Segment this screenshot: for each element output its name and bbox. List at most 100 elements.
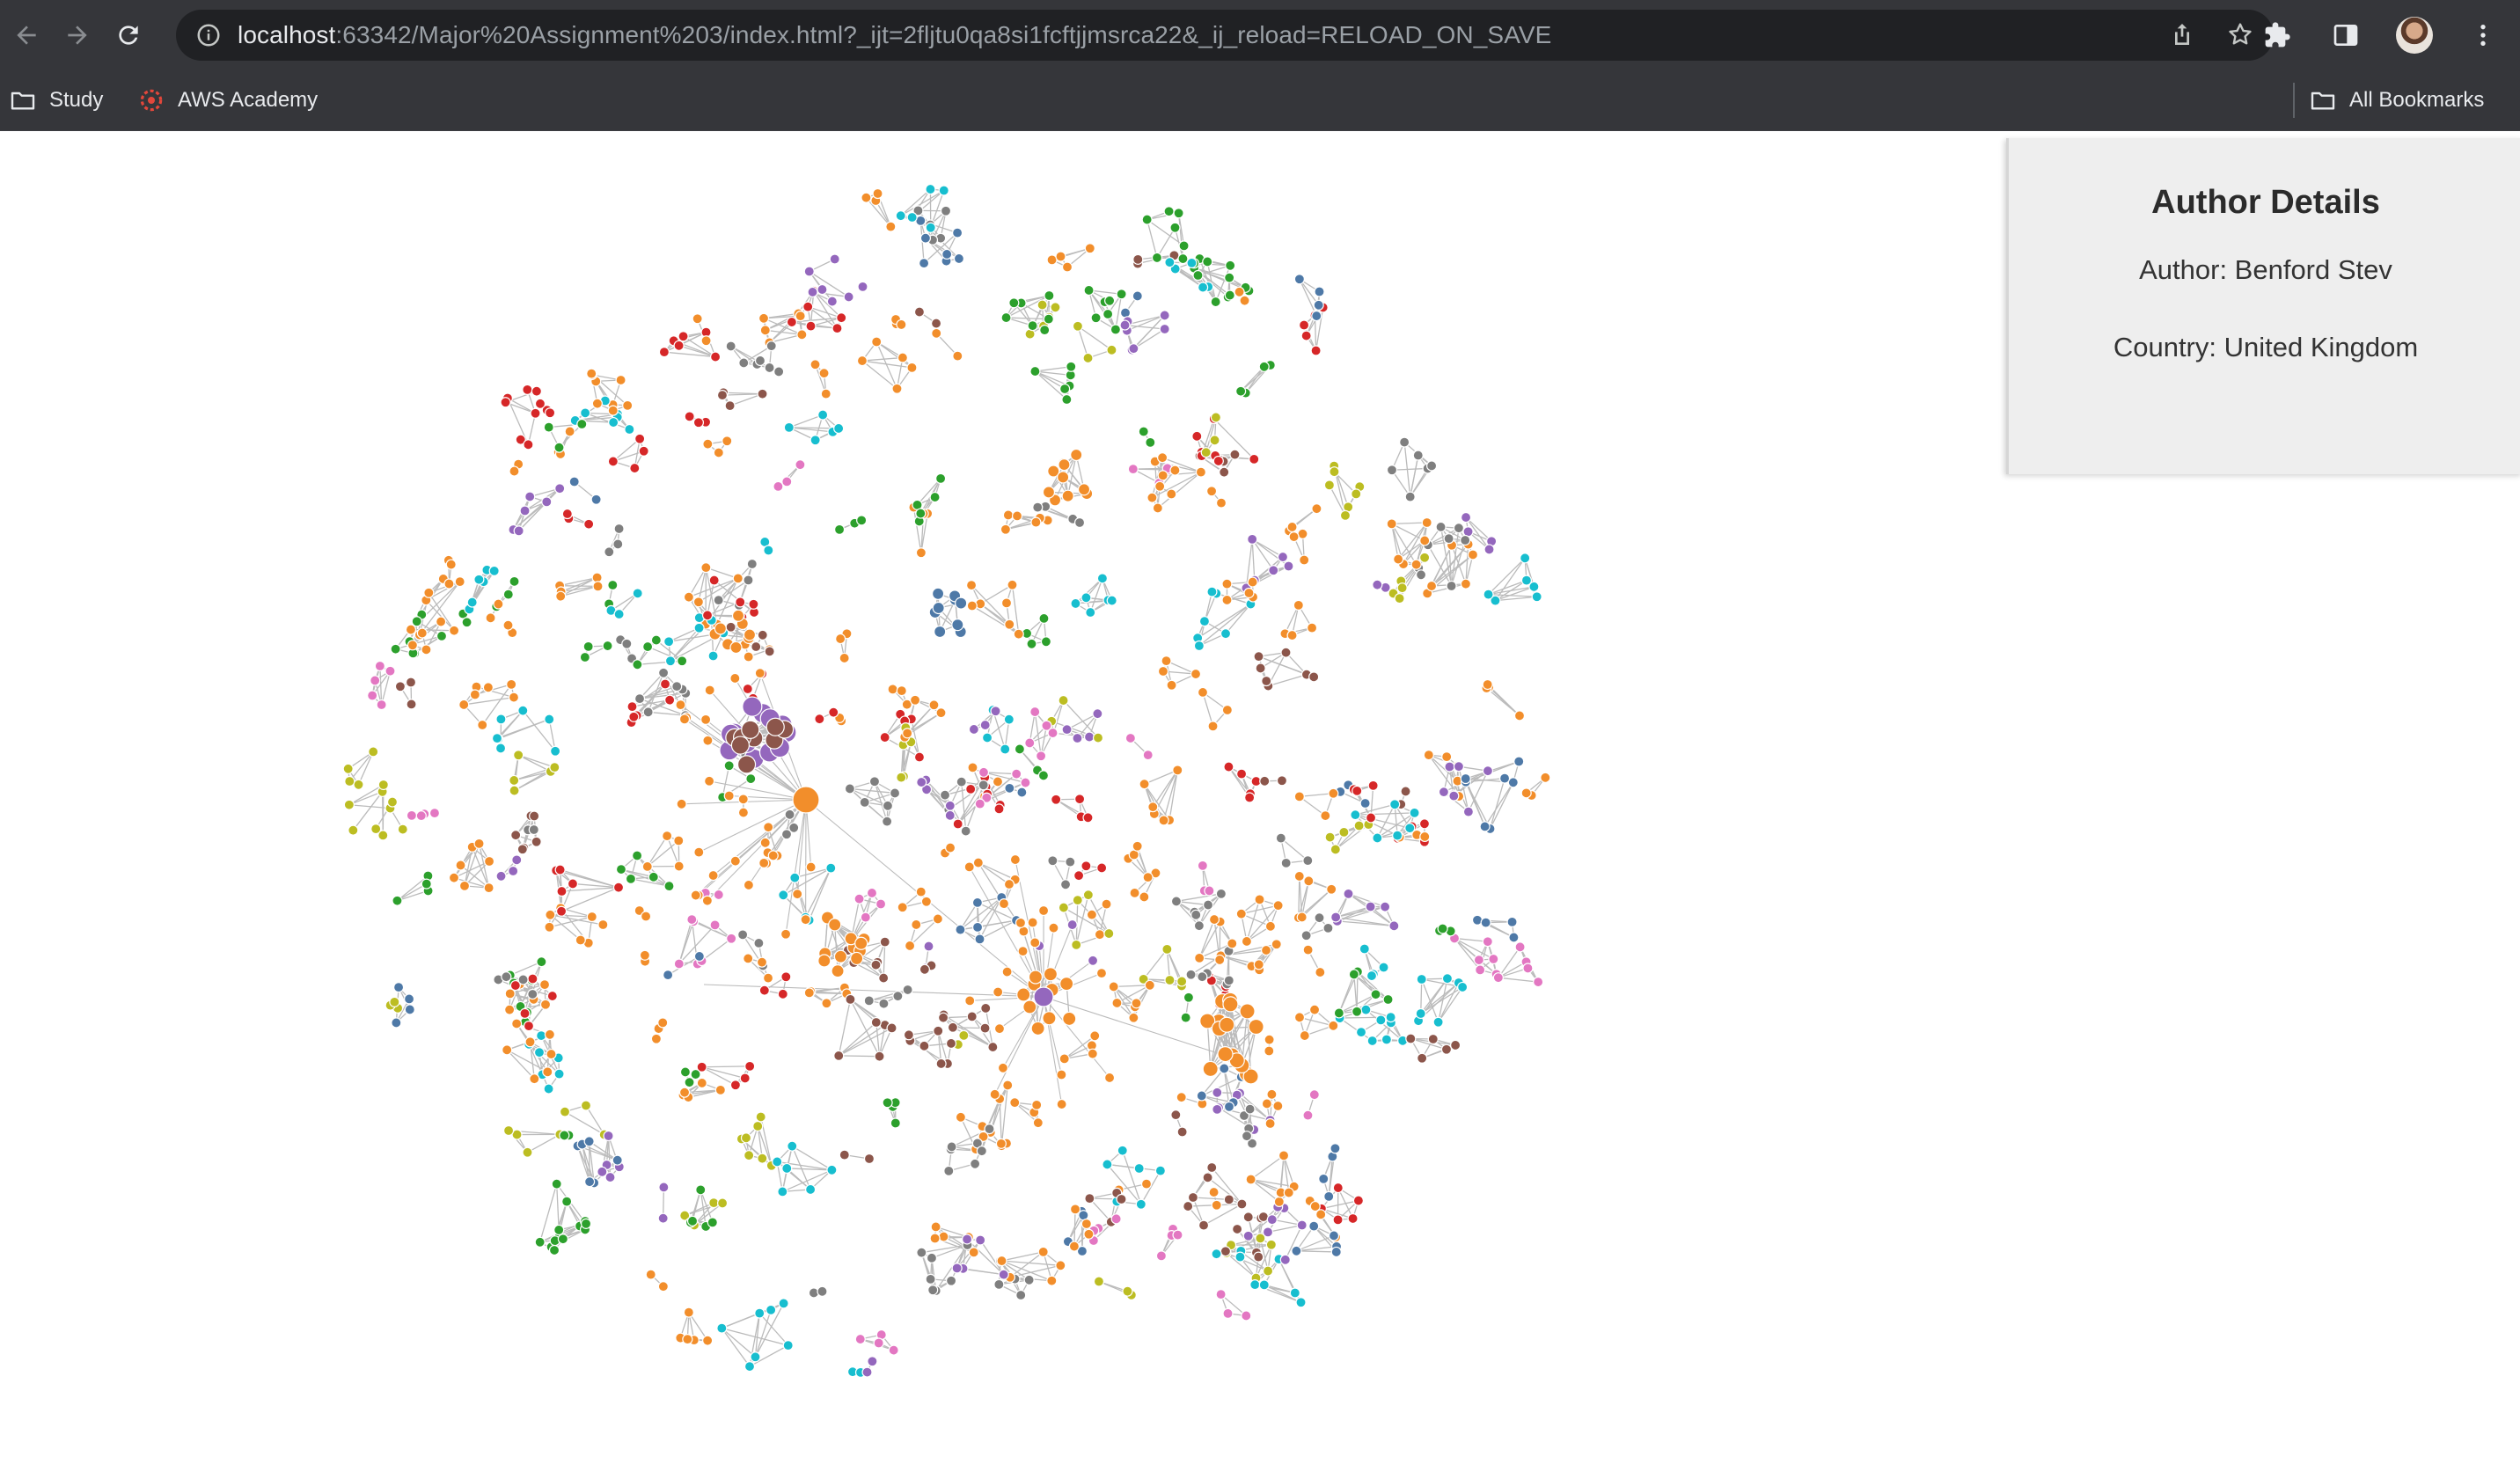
author-node[interactable] [1083,731,1095,743]
author-node[interactable] [1042,1011,1057,1026]
author-node[interactable] [1197,860,1208,871]
author-node[interactable] [544,714,555,725]
author-node[interactable] [1055,251,1066,262]
author-node[interactable] [517,705,529,716]
author-node[interactable] [551,1178,562,1190]
author-node[interactable] [918,258,930,269]
author-node[interactable] [1399,436,1410,448]
author-node[interactable] [995,1138,1007,1149]
author-node[interactable] [1032,502,1044,513]
author-node[interactable] [1159,323,1170,335]
author-node[interactable] [1419,831,1431,843]
author-node[interactable] [752,1120,764,1132]
author-node[interactable] [511,1018,523,1029]
author-node[interactable] [1443,533,1454,545]
author-node[interactable] [963,861,975,873]
author-node[interactable] [1193,920,1205,932]
author-node[interactable] [980,1002,992,1014]
author-node[interactable] [762,972,774,984]
author-node[interactable] [742,683,753,695]
author-node[interactable] [1235,908,1247,919]
author-node[interactable] [1095,968,1108,979]
author-node[interactable] [854,1333,866,1345]
author-node[interactable] [1011,510,1023,522]
author-node[interactable] [544,921,555,933]
author-node[interactable] [483,855,495,868]
author-node[interactable] [1000,311,1012,324]
author-node[interactable] [1239,295,1250,306]
author-node[interactable] [930,1221,941,1233]
reload-button[interactable] [104,11,153,60]
author-node[interactable] [1249,1279,1261,1291]
author-node[interactable] [1051,794,1062,805]
author-node[interactable] [676,798,687,809]
author-node[interactable] [692,597,704,608]
author-node[interactable] [580,407,591,419]
author-node[interactable] [817,954,831,968]
author-node[interactable] [971,897,984,909]
author-node[interactable] [843,291,854,303]
author-node[interactable] [1027,320,1038,332]
author-node[interactable] [828,707,839,718]
author-node[interactable] [1106,595,1117,606]
author-node[interactable] [1379,901,1391,912]
author-node[interactable] [998,1269,1009,1280]
author-node[interactable] [501,971,512,983]
author-node[interactable] [863,1153,875,1165]
side-panel-button[interactable] [2321,11,2370,60]
author-node[interactable] [1186,257,1198,269]
author-node[interactable] [1176,1092,1187,1103]
author-node[interactable] [482,682,494,693]
author-node[interactable] [786,316,797,328]
author-node[interactable] [1206,1161,1218,1174]
author-node[interactable] [1029,706,1041,718]
author-node[interactable] [370,824,382,835]
author-node[interactable] [592,581,604,592]
author-node[interactable] [861,1366,873,1378]
author-node[interactable] [1482,678,1493,691]
author-node[interactable] [377,779,389,791]
author-node[interactable] [952,818,963,830]
author-node[interactable] [946,1141,957,1153]
author-node[interactable] [915,547,927,559]
author-node[interactable] [1453,523,1465,534]
author-node[interactable] [932,601,945,615]
author-node[interactable] [1044,289,1055,302]
author-node[interactable] [939,789,951,801]
author-node[interactable] [1462,806,1475,817]
author-node[interactable] [916,1247,927,1258]
author-node[interactable] [1192,269,1204,282]
author-node[interactable] [1183,1200,1194,1212]
author-node[interactable] [1004,619,1015,630]
author-node[interactable] [1506,916,1518,927]
author-node[interactable] [469,689,480,700]
author-node[interactable] [1208,1186,1220,1198]
author-node[interactable] [879,731,890,743]
author-node[interactable] [1223,761,1234,772]
author-node[interactable] [759,325,771,336]
author-node[interactable] [1133,1162,1145,1175]
author-node[interactable] [663,970,674,981]
author-node[interactable] [415,810,427,822]
author-node[interactable] [1154,1165,1166,1176]
author-node[interactable] [1116,289,1127,300]
author-node[interactable] [1081,1218,1092,1230]
author-node[interactable] [1119,319,1131,331]
author-node[interactable] [1392,830,1403,841]
author-node[interactable] [641,860,653,873]
author-node[interactable] [556,885,568,897]
author-node[interactable] [1280,857,1292,868]
bookmark-study[interactable]: Study [9,86,103,114]
author-node[interactable] [1083,284,1095,297]
author-node[interactable] [930,318,942,329]
author-node[interactable] [506,678,517,690]
author-node[interactable] [1029,365,1041,377]
author-node[interactable] [839,652,850,664]
author-node[interactable] [1117,1145,1128,1156]
author-node[interactable] [1132,253,1144,265]
author-node[interactable] [543,1083,554,1095]
author-node[interactable] [833,1050,845,1062]
author-node[interactable] [1293,870,1305,882]
author-node[interactable] [742,696,763,717]
author-node[interactable] [702,438,714,450]
